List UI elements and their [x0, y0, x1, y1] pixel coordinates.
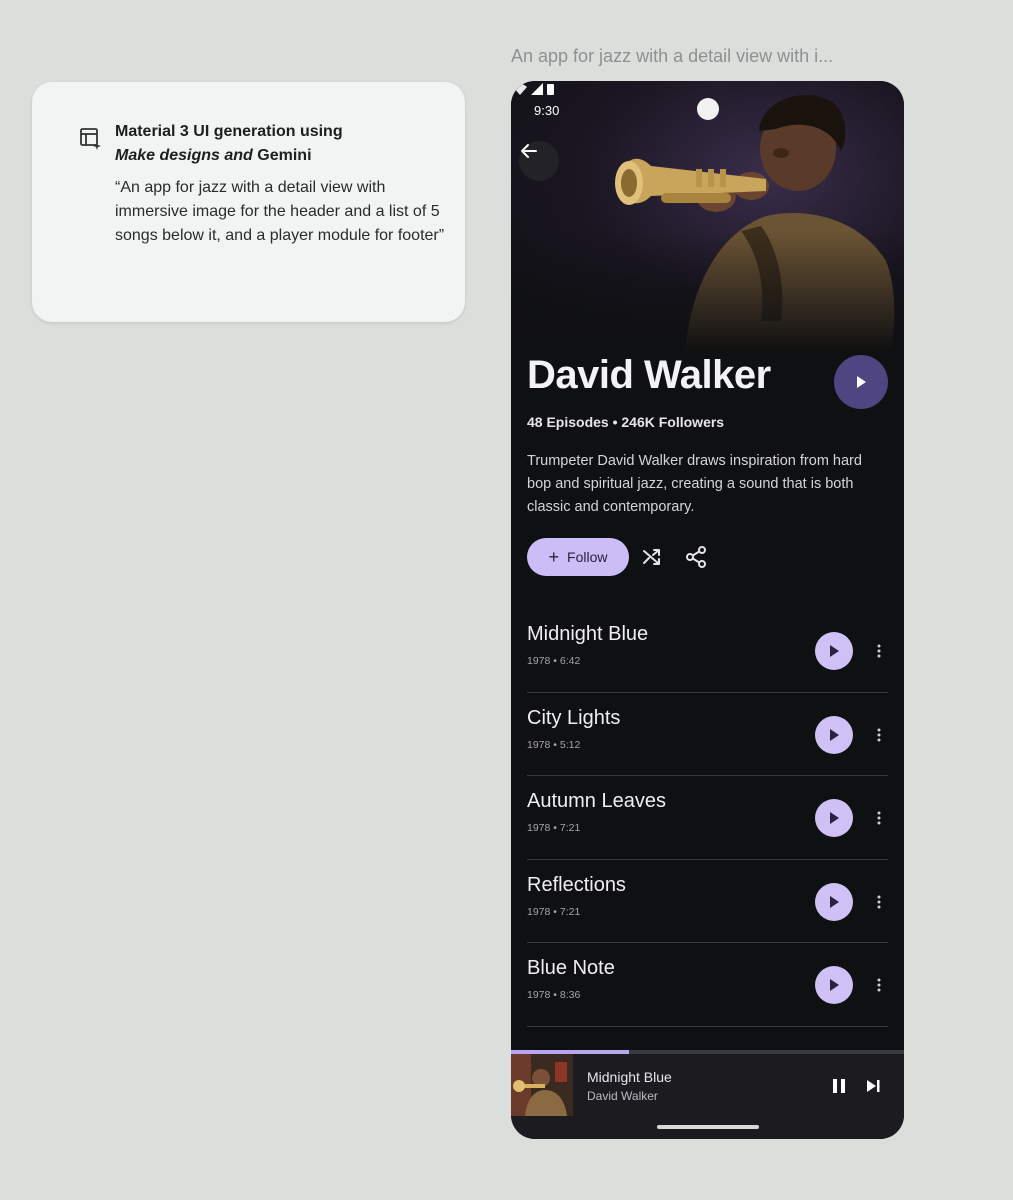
prompt-subtitle: Make designs and Gemini [115, 144, 445, 168]
song-meta: 1978 • 7:21 [527, 822, 581, 834]
status-icons [513, 83, 554, 95]
more-options-button[interactable] [871, 892, 887, 912]
song-play-button[interactable] [815, 966, 853, 1004]
song-row[interactable]: City Lights 1978 • 5:12 [527, 693, 888, 776]
song-list: Midnight Blue 1978 • 6:42 City Lights 19… [527, 609, 888, 1027]
phone-screen: 9:30 David Walker 48 Episodes • 246K Fol… [511, 81, 904, 1139]
song-meta: 1978 • 7:21 [527, 905, 581, 918]
song-title: Midnight Blue [527, 623, 649, 645]
more-vert-icon [877, 644, 881, 658]
prompt-quote: “An app for jazz with a detail view with… [115, 179, 445, 244]
follow-label: Follow [567, 549, 608, 565]
arrow-back-icon [521, 144, 537, 158]
phone-caption: An app for jazz with a detail view with … [511, 46, 834, 66]
song-meta: 1978 • 8:36 [527, 989, 581, 1001]
more-options-button[interactable] [871, 641, 887, 661]
play-icon [830, 645, 839, 657]
layout-sparkle-icon [80, 128, 101, 150]
more-options-button[interactable] [871, 975, 887, 995]
more-options-button[interactable] [871, 808, 887, 828]
prompt-subtitle-tool: Make designs and [115, 147, 253, 164]
share-icon[interactable] [683, 544, 709, 570]
prompt-subtitle-model: Gemini [257, 147, 312, 164]
song-play-button[interactable] [815, 799, 853, 837]
more-vert-icon [877, 728, 881, 741]
player-artist: David Walker [587, 1089, 658, 1103]
prompt-title: Material 3 UI generation using [115, 123, 343, 140]
song-meta: 1978 • 5:12 [527, 738, 581, 751]
skip-next-icon[interactable] [863, 1076, 883, 1096]
song-play-button[interactable] [815, 715, 853, 754]
play-icon [857, 376, 866, 388]
pause-icon[interactable] [829, 1076, 849, 1096]
player-track-title: Midnight Blue [587, 1069, 672, 1085]
song-row[interactable]: Reflections 1978 • 7:21 [527, 860, 888, 943]
more-options-button[interactable] [871, 725, 887, 745]
shuffle-icon[interactable] [639, 544, 665, 570]
play-icon [830, 728, 839, 741]
artist-bio: Trumpeter David Walker draws inspiration… [527, 453, 862, 515]
play-all-button[interactable] [834, 355, 888, 409]
play-icon [830, 812, 839, 824]
artist-stats: 48 Episodes • 246K Followers [527, 414, 725, 430]
status-time: 9:30 [534, 103, 560, 118]
song-meta: 1978 • 6:42 [527, 655, 581, 667]
follow-button[interactable]: + Follow [527, 538, 629, 576]
song-title: Autumn Leaves [527, 790, 666, 812]
front-camera [697, 98, 719, 120]
home-indicator[interactable] [657, 1125, 759, 1129]
song-title: Blue Note [527, 957, 615, 979]
song-row[interactable]: Autumn Leaves 1978 • 7:21 [527, 776, 888, 860]
more-vert-icon [877, 811, 881, 825]
hero-image: 9:30 [511, 81, 904, 351]
song-row[interactable]: Blue Note 1978 • 8:36 [527, 943, 888, 1027]
song-title: City Lights [527, 706, 621, 729]
back-button[interactable] [519, 141, 559, 181]
song-play-button[interactable] [815, 632, 853, 670]
song-play-button[interactable] [815, 882, 853, 921]
song-row[interactable]: Midnight Blue 1978 • 6:42 [527, 609, 888, 693]
song-title: Reflections [527, 873, 626, 896]
plus-icon: + [548, 547, 560, 567]
prompt-card: Material 3 UI generation using Make desi… [32, 82, 465, 322]
album-art [511, 1054, 573, 1116]
trumpet-player-illustration [511, 95, 904, 351]
more-vert-icon [877, 978, 881, 992]
artist-name: David Walker [527, 353, 771, 397]
play-icon [830, 979, 839, 991]
play-icon [830, 895, 839, 908]
more-vert-icon [877, 895, 881, 908]
